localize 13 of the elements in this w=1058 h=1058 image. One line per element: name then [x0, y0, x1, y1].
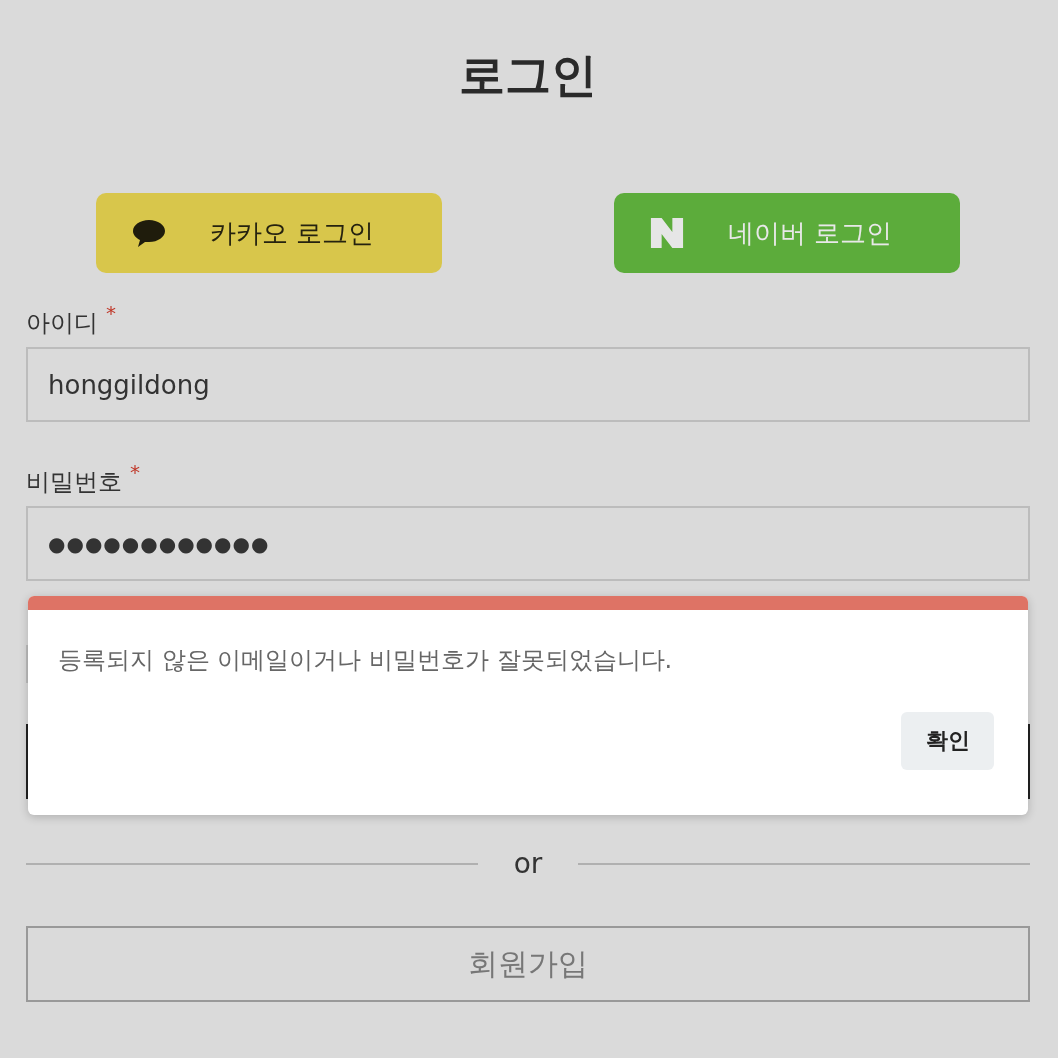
field-label: 비밀번호: [26, 467, 122, 498]
divider-text: or: [513, 847, 543, 880]
speech-bubble-icon: [132, 218, 166, 248]
page-title: 로그인: [458, 47, 598, 104]
password-field[interactable]: ●●●●●●●●●●●●: [26, 506, 1030, 581]
confirm-button[interactable]: 확인: [901, 712, 994, 770]
id-field[interactable]: honggildong: [26, 347, 1030, 422]
kakao-login-button[interactable]: 카카오 로그인: [96, 193, 442, 273]
alert-message: 등록되지 않은 이메일이거나 비밀번호가 잘못되었습니다.: [58, 645, 674, 676]
n-logo-icon: [650, 218, 684, 248]
required-mark: *: [130, 460, 140, 484]
required-mark: *: [106, 301, 116, 325]
field-label: 아이디: [26, 308, 98, 339]
